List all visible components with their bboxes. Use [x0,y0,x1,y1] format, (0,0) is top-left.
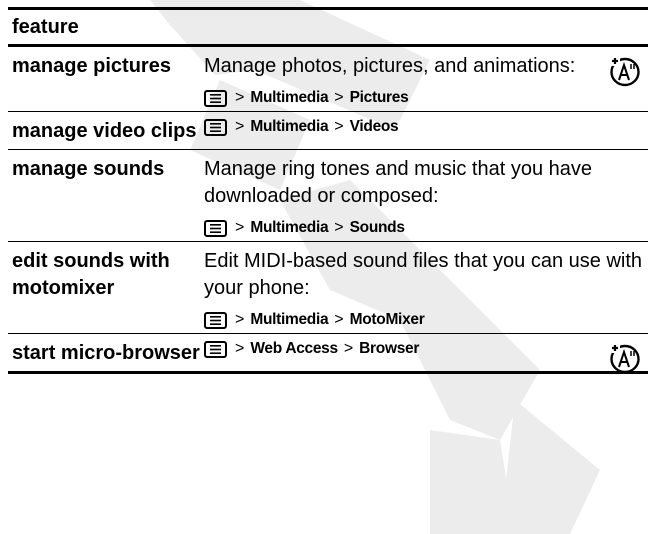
table-row: edit sounds with motomixer Edit MIDI-bas… [8,242,648,334]
feature-name: edit sounds with motomixer [12,250,170,299]
path-separator: > [334,89,344,106]
menu-path: > Multimedia > Sounds [204,219,644,237]
feature-description: Manage ring tones and music that you hav… [204,158,593,207]
menu-key-icon [204,118,227,136]
path-separator: > [343,340,354,357]
network-dependent-icon [610,343,640,374]
feature-name: start micro-browser [12,342,200,364]
table-row: start micro-browser > Web Access > Brows… [8,334,648,374]
path-item: Multimedia [250,89,329,106]
menu-key-icon [204,219,227,237]
path-separator: > [235,118,245,135]
feature-name: manage sounds [12,158,165,180]
table-header-row: feature [8,10,648,47]
table-row: manage video clips > Multimedia > Videos [8,112,648,150]
path-item: Sounds [349,219,405,236]
menu-key-icon [204,89,227,107]
feature-table: feature manage pictures Manage photos, p… [8,7,648,374]
menu-key-icon [204,340,227,358]
menu-path: > Web Access > Browser [204,340,644,358]
path-item: Multimedia [250,311,329,328]
feature-description: Edit MIDI-based sound files that you can… [204,250,643,299]
feature-details: Manage photos, pictures, and animations:… [200,47,648,111]
menu-path: > Multimedia > MotoMixer [204,311,644,329]
feature-details: Manage ring tones and music that you hav… [200,150,648,241]
path-item: Web Access [250,340,338,357]
network-dependent-icon [610,56,640,87]
feature-details: > Multimedia > Videos [200,112,648,149]
path-separator: > [235,340,245,357]
table-row: manage pictures Manage photos, pictures,… [8,47,648,112]
menu-path: > Multimedia > Videos [204,118,644,136]
path-separator: > [334,219,344,236]
feature-details: Edit MIDI-based sound files that you can… [200,242,648,333]
table-header-feature: feature [12,15,79,38]
table-row: manage sounds Manage ring tones and musi… [8,150,648,242]
path-item: Multimedia [250,219,329,236]
feature-name: manage video clips [12,120,197,142]
path-separator: > [235,219,245,236]
feature-name: manage pictures [12,55,171,77]
path-item: Videos [349,118,399,135]
feature-details: > Web Access > Browser [200,334,648,374]
path-item: Multimedia [250,118,329,135]
path-item: Browser [359,340,420,357]
path-separator: > [235,89,245,106]
menu-key-icon [204,311,227,329]
feature-description: Manage photos, pictures, and animations: [204,55,576,77]
menu-path: > Multimedia > Pictures [204,89,644,107]
path-item: Pictures [349,89,409,106]
path-item: MotoMixer [349,311,425,328]
path-separator: > [235,311,245,328]
path-separator: > [334,311,344,328]
path-separator: > [334,118,344,135]
